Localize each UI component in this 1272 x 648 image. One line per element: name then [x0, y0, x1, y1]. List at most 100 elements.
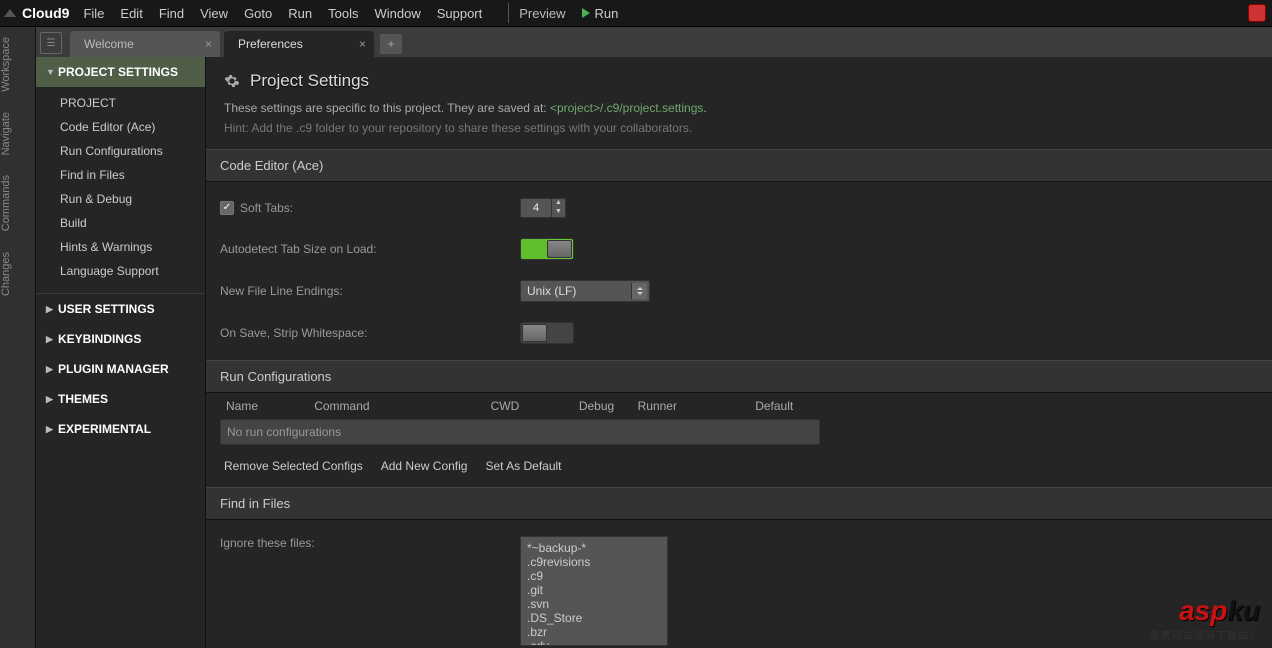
caret-right-icon: ▶ — [46, 394, 54, 405]
play-icon — [582, 8, 590, 18]
caret-right-icon: ▶ — [46, 364, 54, 375]
leaf-find-in-files[interactable]: Find in Files — [36, 163, 205, 187]
tree-section-label: Project Settings — [58, 65, 178, 79]
section-code-editor: Code Editor (Ace) — [206, 149, 1272, 182]
bug-icon[interactable] — [1248, 4, 1266, 22]
rc-col-default: Default — [755, 399, 814, 413]
brand[interactable]: Cloud9 — [22, 5, 69, 21]
soft-tabs-spinbox[interactable]: ▲▼ — [520, 198, 566, 218]
rc-col-name: Name — [226, 399, 314, 413]
soft-tabs-checkbox[interactable] — [220, 201, 234, 215]
row-line-endings: New File Line Endings: Unix (LF) — [206, 270, 1272, 312]
menu-support[interactable]: Support — [437, 6, 483, 21]
soft-tabs-label: Soft Tabs: — [240, 201, 293, 215]
tree-section-label: User Settings — [58, 302, 155, 316]
tab-row: ☰ Welcome × Preferences × + — [36, 27, 1272, 57]
menu-window[interactable]: Window — [374, 6, 420, 21]
tree-themes[interactable]: ▶ Themes — [36, 384, 205, 414]
leaf-build[interactable]: Build — [36, 211, 205, 235]
caret-right-icon: ▶ — [46, 304, 54, 315]
tab-list-icon[interactable]: ☰ — [40, 32, 62, 54]
row-soft-tabs: Soft Tabs: ▲▼ — [206, 188, 1272, 228]
close-icon[interactable]: × — [359, 37, 366, 51]
menu-edit[interactable]: Edit — [120, 6, 142, 21]
menu-view[interactable]: View — [200, 6, 228, 21]
settings-path: <project>/.c9/project.settings — [550, 101, 703, 115]
ignore-files-textarea[interactable]: *~backup-* .c9revisions .c9 .git .svn .D… — [520, 536, 668, 646]
section-find-in-files: Find in Files — [206, 487, 1272, 520]
tree-plugin-manager[interactable]: ▶ Plugin Manager — [36, 354, 205, 384]
strip-ws-label: On Save, Strip Whitespace: — [220, 326, 367, 340]
caret-down-icon: ▼ — [46, 67, 54, 77]
page-title: Project Settings — [250, 71, 369, 91]
leaf-code-editor[interactable]: Code Editor (Ace) — [36, 115, 205, 139]
tab-preferences-label: Preferences — [238, 37, 303, 51]
run-label: Run — [595, 6, 619, 21]
new-tab-button[interactable]: + — [380, 34, 402, 54]
tree-section-label: Keybindings — [58, 332, 141, 346]
caret-right-icon: ▶ — [46, 334, 54, 345]
left-dock: Workspace Navigate Commands Changes — [0, 27, 36, 648]
menu-goto[interactable]: Goto — [244, 6, 272, 21]
menu-tools[interactable]: Tools — [328, 6, 358, 21]
preview-button[interactable]: Preview — [519, 6, 565, 21]
menu-file[interactable]: File — [83, 6, 104, 21]
preferences-content[interactable]: Project Settings These settings are spec… — [206, 57, 1272, 648]
select-caret-icon — [631, 283, 647, 299]
line-endings-label: New File Line Endings: — [220, 284, 343, 298]
page-description: These settings are specific to this proj… — [224, 101, 1254, 115]
run-config-buttons: Remove Selected Configs Add New Config S… — [206, 453, 1272, 487]
spin-buttons[interactable]: ▲▼ — [552, 198, 566, 218]
tree-section-label: Experimental — [58, 422, 151, 436]
dock-workspace[interactable]: Workspace — [0, 27, 36, 102]
dock-changes[interactable]: Changes — [0, 242, 36, 306]
add-new-config-button[interactable]: Add New Config — [381, 459, 468, 473]
menu-find[interactable]: Find — [159, 6, 184, 21]
tree-keybindings[interactable]: ▶ Keybindings — [36, 324, 205, 354]
run-config-empty: No run configurations — [220, 419, 820, 445]
tree-experimental[interactable]: ▶ Experimental — [36, 414, 205, 444]
leaf-run-debug[interactable]: Run & Debug — [36, 187, 205, 211]
caret-right-icon: ▶ — [46, 424, 54, 435]
autodetect-toggle[interactable] — [520, 238, 574, 260]
tab-welcome[interactable]: Welcome × — [70, 31, 220, 57]
tab-preferences[interactable]: Preferences × — [224, 31, 374, 57]
menu-run[interactable]: Run — [288, 6, 312, 21]
page-hint: Hint: Add the .c9 folder to your reposit… — [224, 121, 1254, 135]
tab-welcome-label: Welcome — [84, 37, 134, 51]
tree-project-settings[interactable]: ▼ Project Settings — [36, 57, 205, 87]
dock-navigate[interactable]: Navigate — [0, 102, 36, 165]
code-editor-form: Soft Tabs: ▲▼ Autodetect Tab Size on Loa… — [206, 182, 1272, 360]
run-button[interactable]: Run — [582, 6, 619, 21]
set-as-default-button[interactable]: Set As Default — [485, 459, 561, 473]
autodetect-label: Autodetect Tab Size on Load: — [220, 242, 377, 256]
preferences-area: ▼ Project Settings PROJECT Code Editor (… — [36, 57, 1272, 648]
panel-toggle-icon[interactable] — [4, 9, 16, 17]
page-header: Project Settings These settings are spec… — [206, 57, 1272, 149]
close-icon[interactable]: × — [205, 37, 212, 51]
rc-col-cwd: CWD — [491, 399, 579, 413]
rc-col-command: Command — [314, 399, 490, 413]
line-endings-select[interactable]: Unix (LF) — [520, 280, 650, 302]
tree-section-label: Plugin Manager — [58, 362, 169, 376]
line-endings-value: Unix (LF) — [527, 284, 576, 298]
remove-selected-button[interactable]: Remove Selected Configs — [224, 459, 363, 473]
run-config-table: Name Command CWD Debug Runner Default No… — [220, 393, 820, 445]
row-strip-whitespace: On Save, Strip Whitespace: — [206, 312, 1272, 354]
leaf-project[interactable]: PROJECT — [36, 91, 205, 115]
row-ignore-files: Ignore these files: *~backup-* .c9revisi… — [206, 526, 1272, 648]
soft-tabs-input[interactable] — [520, 198, 552, 218]
leaf-hints[interactable]: Hints & Warnings — [36, 235, 205, 259]
leaf-run-config[interactable]: Run Configurations — [36, 139, 205, 163]
tree-project-settings-children: PROJECT Code Editor (Ace) Run Configurat… — [36, 87, 205, 294]
tree-user-settings[interactable]: ▶ User Settings — [36, 294, 205, 324]
gear-icon — [224, 73, 240, 89]
rc-col-debug: Debug — [579, 399, 638, 413]
section-run-configurations: Run Configurations — [206, 360, 1272, 393]
leaf-language[interactable]: Language Support — [36, 259, 205, 283]
dock-commands[interactable]: Commands — [0, 165, 36, 241]
rc-col-runner: Runner — [638, 399, 756, 413]
strip-ws-toggle[interactable] — [520, 322, 574, 344]
menubar-separator — [508, 3, 509, 23]
tree-section-label: Themes — [58, 392, 108, 406]
